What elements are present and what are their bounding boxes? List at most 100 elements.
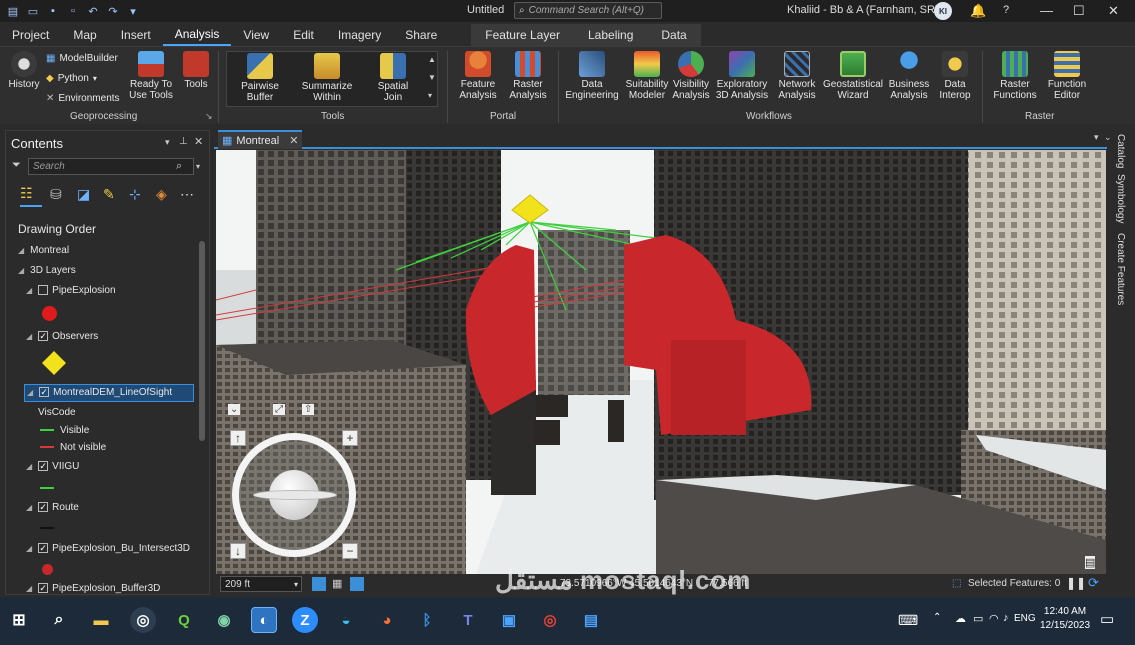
visibility-analysis-button[interactable]: Visibility Analysis [670, 51, 712, 101]
tab-data[interactable]: Data [647, 24, 701, 46]
notification-icon[interactable]: 🔔 [970, 3, 986, 19]
summarize-within-button[interactable]: Summarize Within [300, 53, 354, 103]
list-by-editing-icon[interactable]: ✎ [103, 186, 115, 203]
expand-icon[interactable]: ◢ [27, 388, 33, 397]
volume-icon[interactable]: ♪ [1003, 612, 1009, 624]
open-project-icon[interactable]: ▭ [26, 4, 40, 18]
tab-edit[interactable]: Edit [281, 24, 326, 46]
file-explorer-icon[interactable]: ▬ [88, 607, 114, 633]
refresh-icon[interactable]: ⟳ [1088, 575, 1099, 591]
zoom-out-button[interactable]: − [342, 543, 358, 559]
layer-visibility-checkbox[interactable]: ✓ [38, 502, 49, 513]
environments-button[interactable]: ✕ Environments [46, 93, 120, 104]
zoom-icon[interactable]: Z [292, 607, 318, 633]
search-icon[interactable]: ⌕ [46, 607, 72, 633]
dialog-launcher-icon[interactable]: ↘ [205, 111, 213, 122]
customize-qat-icon[interactable]: ▾ [126, 4, 140, 18]
exploratory-3d-analysis-button[interactable]: Exploratory 3D Analysis [712, 51, 772, 101]
layer-pipeexplosion[interactable]: ◢ PipeExplosion [26, 285, 116, 296]
contents-scrollbar[interactable] [199, 241, 205, 441]
map-node[interactable]: ◢ Montreal [18, 245, 69, 256]
filter-icon[interactable]: ⏷ [12, 159, 21, 172]
history-button[interactable]: History [6, 51, 42, 90]
group-3d-layers[interactable]: ◢ 3D Layers [18, 265, 76, 276]
help-button[interactable]: ? [1003, 4, 1009, 16]
tab-feature-layer[interactable]: Feature Layer [471, 24, 574, 46]
pane-options-icon[interactable]: ▾ [165, 137, 170, 148]
python-button[interactable]: ◆ Python ▾ [46, 73, 97, 84]
search-dropdown-icon[interactable]: ▾ [196, 162, 200, 171]
notification-center-icon[interactable]: ▭ [1100, 610, 1114, 628]
firefox-icon[interactable]: ◕ [374, 607, 400, 633]
modelbuilder-button[interactable]: ▦ ModelBuilder [46, 53, 118, 64]
tab-project[interactable]: Project [0, 24, 61, 46]
tab-symbology[interactable]: Symbology [1115, 174, 1126, 223]
tab-share[interactable]: Share [393, 24, 449, 46]
expand-icon[interactable]: ◢ [18, 246, 24, 255]
gallery-scroll-down-icon[interactable]: ▼ [428, 73, 436, 82]
tab-insert[interactable]: Insert [109, 24, 163, 46]
data-interop-button[interactable]: Data Interop [934, 51, 976, 101]
list-by-drawing-order-button[interactable]: ☷ [20, 185, 42, 207]
teams-icon[interactable]: T [455, 607, 481, 633]
layer-visibility-checkbox[interactable]: ✓ [38, 543, 49, 554]
new-icon[interactable]: ▫ [66, 4, 80, 18]
business-analysis-button[interactable]: Business Analysis [886, 51, 932, 101]
geostatistical-wizard-button[interactable]: Geostatistical Wizard [822, 51, 884, 101]
network-analysis-button[interactable]: Network Analysis [774, 51, 820, 101]
layer-pipeexplosion-intersect3d[interactable]: ◢ ✓ PipeExplosion_Bu_Intersect3D [26, 543, 190, 554]
contents-search-input[interactable]: Search [28, 158, 194, 175]
raster-analysis-button[interactable]: Raster Analysis [505, 51, 551, 101]
expand-icon[interactable]: ◢ [18, 266, 24, 275]
save-icon[interactable]: ▪ [46, 4, 60, 18]
chevron-up-icon[interactable]: ⌃ [933, 612, 941, 623]
navigation-mode-icon[interactable] [312, 577, 326, 591]
keyboard-icon[interactable]: ⌨ [898, 612, 918, 629]
layer-visibility-checkbox[interactable]: ✓ [38, 331, 49, 342]
layer-route[interactable]: ◢ ✓ Route [26, 502, 79, 513]
close-icon[interactable]: ✕ [1108, 3, 1119, 19]
layer-pipeexplosion-buffer3d[interactable]: ◢ ✓ PipeExplosion_Buffer3D [26, 583, 160, 594]
pin-icon[interactable]: ⊥ [179, 136, 188, 147]
arcgis-pro-icon[interactable]: ◐ [251, 607, 277, 633]
expand-icon[interactable]: ◢ [26, 544, 32, 553]
qgis-icon[interactable]: Q [171, 607, 197, 633]
full-extent-icon[interactable]: ⤢ [273, 404, 286, 415]
list-by-labeling-icon[interactable]: ◈ [156, 186, 167, 203]
user-name[interactable]: Khaliid - Bb & A (Farnham, SRY) [787, 4, 946, 16]
data-engineering-button[interactable]: Data Engineering [564, 51, 620, 101]
avatar[interactable]: KI [934, 2, 952, 20]
feature-analysis-button[interactable]: Feature Analysis [455, 51, 501, 101]
scale-input[interactable]: 209 ft ▾ [220, 576, 302, 592]
maximize-icon[interactable]: ☐ [1073, 3, 1085, 19]
tilt-down-button[interactable]: ↓ [230, 543, 246, 559]
cloud-icon[interactable]: ☁ [955, 612, 966, 625]
expand-icon[interactable]: ◢ [26, 286, 32, 295]
tab-analysis[interactable]: Analysis [162, 24, 232, 46]
layer-visibility-checkbox[interactable] [38, 285, 49, 296]
list-by-selection-icon[interactable]: ◪ [77, 186, 90, 203]
undo-icon[interactable]: ↶ [86, 4, 100, 18]
close-tab-icon[interactable]: ✕ [289, 134, 298, 147]
collapse-icon[interactable]: ⌄ [1104, 132, 1112, 143]
tab-map[interactable]: Map [61, 24, 108, 46]
tools-button[interactable]: Tools [180, 51, 212, 90]
ready-to-use-tools-button[interactable]: Ready To Use Tools [128, 51, 174, 101]
expand-icon[interactable]: ◢ [26, 584, 32, 593]
list-by-snapping-icon[interactable]: ⊹ [129, 186, 141, 203]
chrome-icon[interactable]: ◎ [130, 607, 156, 633]
gallery-expand-icon[interactable]: ▾ [428, 91, 432, 100]
tab-montreal[interactable]: ▦ Montreal ✕ [218, 130, 303, 149]
minimize-icon[interactable]: — [1040, 3, 1053, 18]
list-by-data-source-icon[interactable]: ⛁ [50, 186, 62, 203]
command-search-input[interactable]: ⌕ Command Search (Alt+Q) [514, 2, 662, 19]
pairwise-buffer-button[interactable]: Pairwise Buffer [234, 53, 286, 103]
zoom-in-button[interactable]: + [342, 430, 358, 446]
close-pane-icon[interactable]: ✕ [194, 135, 203, 148]
tab-labeling[interactable]: Labeling [574, 24, 648, 46]
tilt-up-button[interactable]: ↑ [230, 430, 246, 446]
raster-functions-button[interactable]: Raster Functions [988, 51, 1042, 101]
pause-drawing-icon[interactable]: ❚❚ [1066, 576, 1086, 590]
more-options-icon[interactable]: ⋯ [180, 186, 194, 203]
battery-icon[interactable]: ▭ [973, 612, 983, 625]
